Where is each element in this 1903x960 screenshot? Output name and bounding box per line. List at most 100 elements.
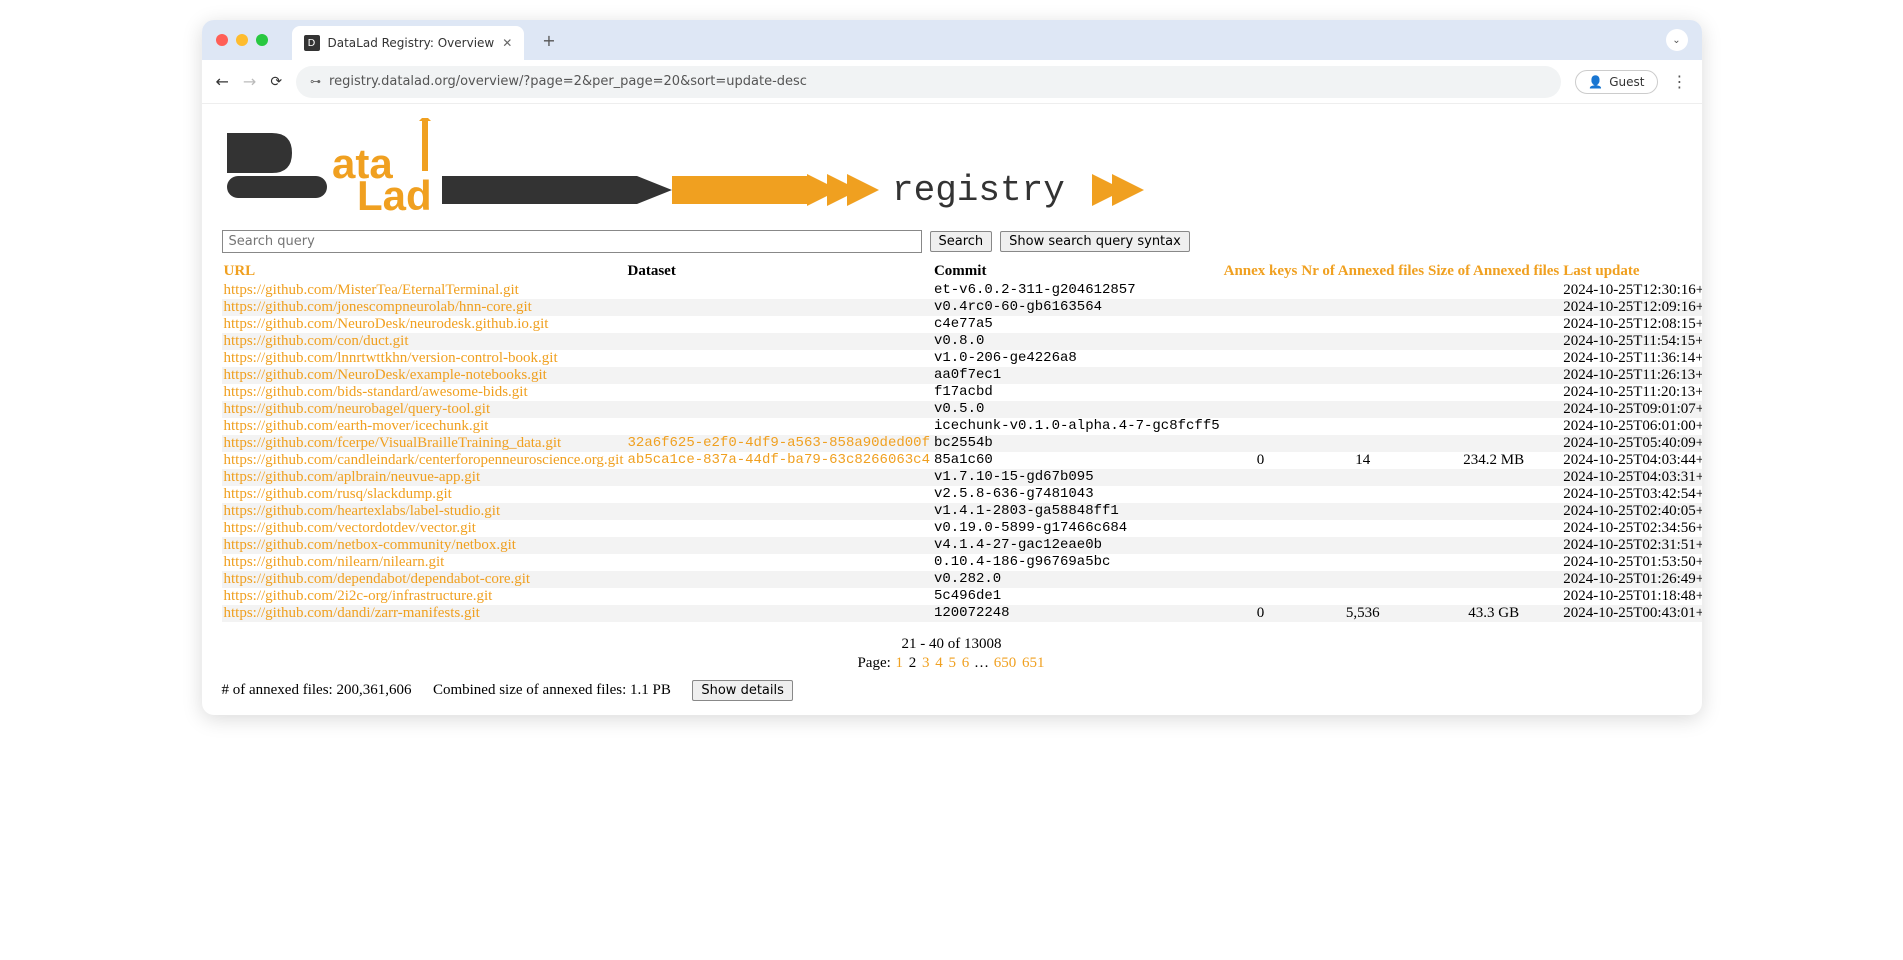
pagination-link[interactable]: 5 (949, 655, 957, 671)
col-size-files[interactable]: Size of Annexed files (1428, 263, 1559, 279)
browser-tab[interactable]: D DataLad Registry: Overview ✕ (292, 26, 525, 60)
pagination-link[interactable]: 3 (922, 655, 930, 671)
stats-files-value: 200,361,606 (336, 682, 411, 698)
size-files-cell (1426, 571, 1561, 588)
tab-close-icon[interactable]: ✕ (502, 36, 512, 50)
commit-cell: 120072248 (932, 605, 1222, 622)
new-tab-button[interactable]: + (542, 31, 555, 50)
url-link[interactable]: https://github.com/con/duct.git (224, 333, 409, 349)
tab-title: DataLad Registry: Overview (328, 36, 495, 50)
url-link[interactable]: https://github.com/dependabot/dependabot… (224, 571, 531, 587)
last-update-cell: 2024-10-25T02:40:05+0000 (1561, 503, 1701, 520)
last-update-cell: 2024-10-25T04:03:44+0000 (1561, 452, 1701, 469)
minimize-window-button[interactable] (236, 34, 248, 46)
annex-keys-cell: 0 (1222, 452, 1300, 469)
forward-button: → (243, 72, 256, 91)
table-row: https://github.com/neurobagel/query-tool… (222, 401, 1702, 418)
url-link[interactable]: https://github.com/bids-standard/awesome… (224, 384, 528, 400)
url-link[interactable]: https://github.com/candleindark/centerfo… (224, 452, 624, 468)
profile-icon: 👤 (1588, 75, 1603, 89)
nr-files-cell (1299, 537, 1426, 554)
reload-button[interactable]: ⟳ (270, 74, 282, 90)
search-input[interactable] (222, 230, 922, 253)
size-files-cell: 43.3 GB (1426, 605, 1561, 622)
url-link[interactable]: https://github.com/fcerpe/VisualBrailleT… (224, 435, 562, 451)
logo-banner: ata Lad registry (222, 118, 1682, 218)
nr-files-cell (1299, 486, 1426, 503)
last-update-cell: 2024-10-25T12:08:15+0000 (1561, 316, 1701, 333)
last-update-cell: 2024-10-25T01:18:48+0000 (1561, 588, 1701, 605)
url-link[interactable]: https://github.com/aplbrain/neuvue-app.g… (224, 469, 481, 485)
table-row: https://github.com/netbox-community/netb… (222, 537, 1702, 554)
url-link[interactable]: https://github.com/dandi/zarr-manifests.… (224, 605, 480, 621)
url-link[interactable]: https://github.com/nilearn/nilearn.git (224, 554, 445, 570)
url-link[interactable]: https://github.com/vectordotdev/vector.g… (224, 520, 476, 536)
svg-text:registry: registry (892, 170, 1065, 211)
pagination-link[interactable]: 6 (962, 655, 970, 671)
last-update-cell: 2024-10-25T01:26:49+0000 (1561, 571, 1701, 588)
table-row: https://github.com/rusq/slackdump.gitv2.… (222, 486, 1702, 503)
url-link[interactable]: https://github.com/NeuroDesk/neurodesk.g… (224, 316, 549, 332)
col-annex-keys[interactable]: Annex keys (1224, 263, 1298, 279)
search-button[interactable]: Search (930, 231, 993, 252)
url-link[interactable]: https://github.com/MisterTea/EternalTerm… (224, 282, 519, 298)
size-files-cell (1426, 350, 1561, 367)
nr-files-cell (1299, 503, 1426, 520)
col-commit: Commit (932, 261, 1222, 282)
annex-keys-cell (1222, 282, 1300, 299)
last-update-cell: 2024-10-25T02:31:51+0000 (1561, 537, 1701, 554)
back-button[interactable]: ← (216, 72, 229, 91)
url-link[interactable]: https://github.com/netbox-community/netb… (224, 537, 516, 553)
table-row: https://github.com/nilearn/nilearn.git0.… (222, 554, 1702, 571)
nr-files-cell: 5,536 (1299, 605, 1426, 622)
commit-cell: v1.7.10-15-gd67b095 (932, 469, 1222, 486)
url-link[interactable]: https://github.com/jonescompneurolab/hnn… (224, 299, 532, 315)
url-link[interactable]: https://github.com/rusq/slackdump.git (224, 486, 452, 502)
url-link[interactable]: https://github.com/heartexlabs/label-stu… (224, 503, 501, 519)
size-files-cell (1426, 435, 1561, 452)
nr-files-cell (1299, 367, 1426, 384)
last-update-cell: 2024-10-25T11:36:14+0000 (1561, 350, 1701, 367)
url-link[interactable]: https://github.com/neurobagel/query-tool… (224, 401, 491, 417)
close-window-button[interactable] (216, 34, 228, 46)
nr-files-cell (1299, 571, 1426, 588)
show-syntax-button[interactable]: Show search query syntax (1000, 231, 1190, 252)
size-files-cell (1426, 537, 1561, 554)
last-update-cell: 2024-10-25T12:30:16+0000 (1561, 282, 1701, 299)
col-url[interactable]: URL (224, 263, 256, 279)
size-files-cell (1426, 469, 1561, 486)
pagination-link[interactable]: 650 (994, 655, 1017, 671)
annex-keys-cell (1222, 435, 1300, 452)
table-row: https://github.com/NeuroDesk/neurodesk.g… (222, 316, 1702, 333)
maximize-window-button[interactable] (256, 34, 268, 46)
last-update-cell: 2024-10-25T06:01:00+0000 (1561, 418, 1701, 435)
commit-cell: v0.19.0-5899-g17466c684 (932, 520, 1222, 537)
browser-menu-icon[interactable]: ⋮ (1672, 72, 1688, 91)
profile-chip[interactable]: 👤 Guest (1575, 70, 1657, 94)
traffic-lights (216, 34, 268, 46)
show-details-button[interactable]: Show details (692, 680, 793, 701)
url-link[interactable]: https://github.com/2i2c-org/infrastructu… (224, 588, 493, 604)
nr-files-cell (1299, 401, 1426, 418)
commit-cell: v1.0-206-ge4226a8 (932, 350, 1222, 367)
commit-cell: v0.282.0 (932, 571, 1222, 588)
pagination-link[interactable]: 651 (1022, 655, 1045, 671)
url-link[interactable]: https://github.com/earth-mover/icechunk.… (224, 418, 489, 434)
url-link[interactable]: https://github.com/lnnrtwttkhn/version-c… (224, 350, 558, 366)
site-info-icon[interactable]: ⊶ (310, 75, 321, 88)
dataset-link[interactable]: ab5ca1ce-837a-44df-ba79-63c8266063c4 (628, 452, 930, 468)
pagination-link[interactable]: 1 (896, 655, 904, 671)
stats-row: # of annexed files: 200,361,606 Combined… (222, 680, 1682, 701)
size-files-cell (1426, 299, 1561, 316)
dataset-link[interactable]: 32a6f625-e2f0-4df9-a563-858a90ded00f (628, 435, 930, 451)
url-bar[interactable]: ⊶ registry.datalad.org/overview/?page=2&… (296, 66, 1561, 98)
url-link[interactable]: https://github.com/NeuroDesk/example-not… (224, 367, 547, 383)
nr-files-cell (1299, 316, 1426, 333)
col-nr-files[interactable]: Nr of Annexed files (1301, 263, 1424, 279)
tabs-dropdown-icon[interactable]: ⌄ (1666, 29, 1688, 51)
commit-cell: v1.4.1-2803-ga58848ff1 (932, 503, 1222, 520)
nr-files-cell (1299, 384, 1426, 401)
pagination-link[interactable]: 4 (935, 655, 943, 671)
last-update-cell: 2024-10-25T01:53:50+0000 (1561, 554, 1701, 571)
col-last-update[interactable]: Last update (1563, 263, 1639, 279)
